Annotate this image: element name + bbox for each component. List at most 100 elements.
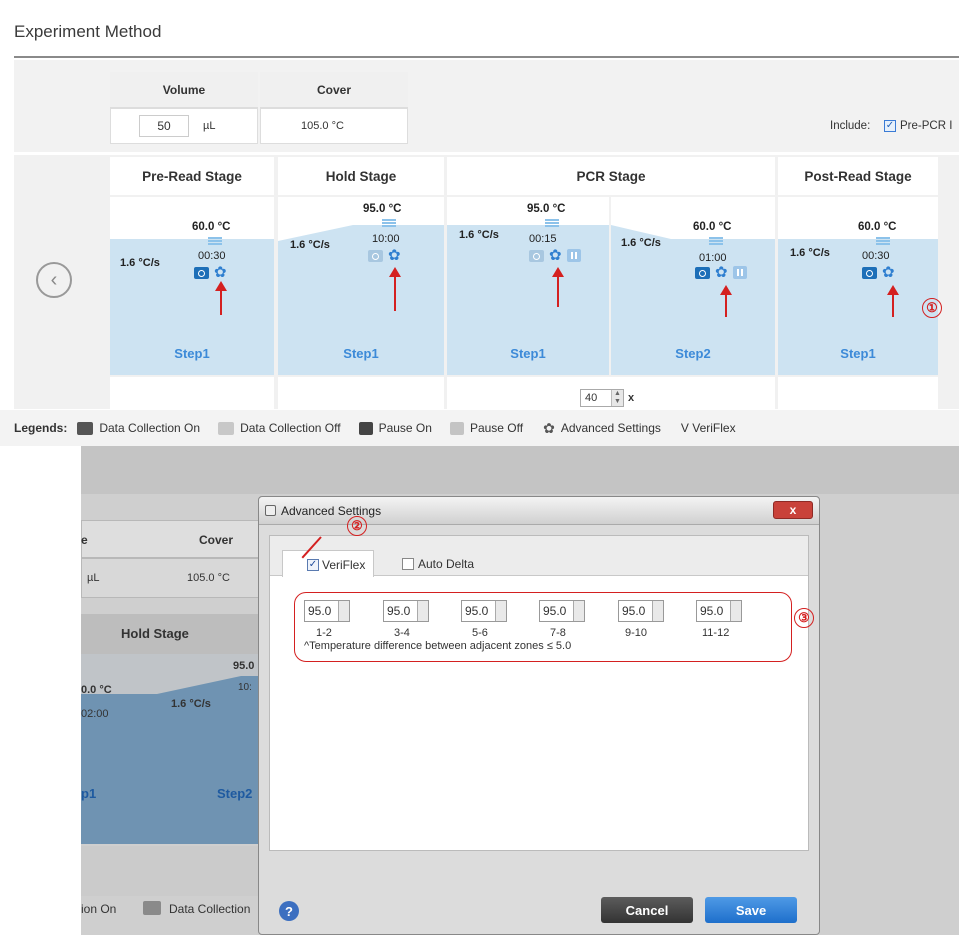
title-divider [14, 56, 959, 58]
step-temp[interactable]: 95.0 °C [363, 203, 401, 215]
include-label: Include: [830, 120, 871, 132]
scroll-left-button[interactable]: ‹ [36, 262, 72, 298]
zone-stepper[interactable]: 95.0 [383, 600, 429, 622]
cycles-stepper[interactable]: ▲ ▼ [611, 390, 623, 406]
cover-value[interactable]: 105.0 °C [301, 120, 344, 132]
stage-post-read[interactable]: Post-Read Stage [778, 157, 938, 195]
veriflex-checkbox[interactable]: ✓ [307, 559, 319, 571]
step-time[interactable]: 00:30 [862, 250, 890, 262]
step-time[interactable]: 00:15 [529, 233, 557, 245]
pause-off-icon[interactable] [733, 266, 747, 279]
camera-off-icon[interactable] [529, 250, 544, 262]
camera-icon[interactable] [194, 267, 209, 279]
help-icon[interactable]: ? [279, 901, 299, 921]
step-label: Step1 [174, 346, 210, 361]
cycles-cell [778, 377, 938, 409]
bg-temp: 0.0 °C [81, 684, 112, 696]
zone-stepper[interactable]: 95.0 [461, 600, 507, 622]
zone-stepper[interactable]: 95.0 [696, 600, 742, 622]
tab-veriflex[interactable]: ✓ VeriFlex [282, 550, 374, 577]
step-temp[interactable]: 60.0 °C [693, 221, 731, 233]
step-time[interactable]: 01:00 [699, 252, 727, 264]
step-temp[interactable]: 60.0 °C [192, 221, 230, 233]
stage-pcr[interactable]: PCR Stage [447, 157, 775, 195]
bg-time: 02:00 [81, 708, 109, 720]
temp-bar[interactable] [545, 219, 559, 221]
ramp-rate[interactable]: 1.6 °C/s [120, 257, 160, 269]
include-checkbox[interactable]: ✓ [884, 120, 896, 132]
zone-value: 95.0 [700, 604, 724, 618]
spinner-arrows-icon[interactable] [652, 601, 663, 621]
step-temp[interactable]: 95.0 °C [527, 203, 565, 215]
step-panel-pcr-2[interactable]: 60.0 °C 1.6 °C/s 01:00 ✿ Step2 [611, 197, 775, 375]
cycles-value: 40 [585, 392, 598, 404]
camera-icon[interactable] [695, 267, 710, 279]
gear-icon[interactable]: ✿ [214, 265, 227, 280]
spinner-arrows-icon[interactable] [495, 601, 506, 621]
pause-icon [358, 421, 373, 435]
red-arrow-icon [887, 285, 899, 317]
step-time[interactable]: 00:30 [198, 250, 226, 262]
zone-label: 5-6 [472, 627, 488, 639]
step-panel-pre-read[interactable]: 60.0 °C 1.6 °C/s 00:30 ✿ Step1 [110, 197, 274, 375]
legend-veriflex: V VeriFlex [680, 421, 736, 435]
bg-temp-2: 95.0 [233, 660, 255, 672]
legend-advanced: Advanced Settings [560, 421, 661, 435]
step-time[interactable]: 10:00 [372, 233, 400, 245]
step-temp[interactable]: 60.0 °C [858, 221, 896, 233]
red-arrow-icon [215, 281, 227, 315]
cover-cell: 105.0 °C [260, 108, 408, 144]
spinner-arrows-icon[interactable] [573, 601, 584, 621]
stage-hold[interactable]: Hold Stage [278, 157, 444, 195]
camera-off-icon[interactable] [368, 250, 383, 262]
ramp-rate[interactable]: 1.6 °C/s [790, 247, 830, 259]
zone-stepper[interactable]: 95.0 [304, 600, 350, 622]
step-panel-pcr-1[interactable]: 95.0 °C 1.6 °C/s 00:15 ✿ Step1 [447, 197, 609, 375]
step-label: Step2 [675, 346, 711, 361]
spinner-arrows-icon[interactable] [730, 601, 741, 621]
volume-header: Volume [110, 72, 258, 108]
cancel-button[interactable]: Cancel [601, 897, 693, 923]
close-button[interactable]: x [773, 501, 813, 519]
auto-delta-checkbox[interactable] [402, 558, 414, 570]
camera-icon[interactable] [862, 267, 877, 279]
cycles-input[interactable]: 40 ▲ ▼ [580, 389, 624, 407]
zone-label: 1-2 [316, 627, 332, 639]
camera-off-icon [143, 901, 161, 915]
temp-bar[interactable] [709, 237, 723, 239]
callout-1: ① [922, 298, 942, 318]
zone-label: 11-12 [702, 627, 730, 639]
bg-values-row [81, 558, 281, 598]
spinner-arrows-icon[interactable] [417, 601, 428, 621]
bg-step-2: Step2 [217, 786, 253, 801]
legend-bar: Legends: Data Collection On Data Collect… [0, 410, 959, 446]
legend-pause-off: Pause Off [469, 421, 524, 435]
zone-label: 7-8 [550, 627, 566, 639]
ramp-rate[interactable]: 1.6 °C/s [621, 237, 661, 249]
legend-data-on: Data Collection On [99, 421, 201, 435]
temp-bar[interactable] [382, 219, 396, 221]
cycles-cell [278, 377, 444, 409]
temp-bar[interactable] [208, 237, 222, 239]
gear-icon[interactable]: ✿ [715, 265, 728, 280]
pause-off-icon[interactable] [567, 249, 581, 262]
zone-stepper[interactable]: 95.0 [618, 600, 664, 622]
zone-stepper[interactable]: 95.0 [539, 600, 585, 622]
spinner-arrows-icon[interactable] [338, 601, 349, 621]
gear-icon[interactable]: ✿ [388, 248, 401, 263]
volume-input[interactable]: 50 [139, 115, 189, 137]
window-icon [265, 505, 276, 516]
temp-bar[interactable] [876, 237, 890, 239]
step-panel-hold[interactable]: 95.0 °C 1.6 °C/s 10:00 ✿ Step1 [278, 197, 444, 375]
ramp-rate[interactable]: 1.6 °C/s [290, 239, 330, 251]
bg-header-fragment: e [81, 533, 88, 547]
bg-header-row [81, 520, 281, 558]
gear-icon[interactable]: ✿ [549, 248, 562, 263]
dialog-title: Advanced Settings [281, 504, 382, 518]
save-button[interactable]: Save [705, 897, 797, 923]
stage-pre-read[interactable]: Pre-Read Stage [110, 157, 274, 195]
step-panel-post-read[interactable]: 60.0 °C 1.6 °C/s 00:30 ✿ Step1 [778, 197, 938, 375]
ramp-rate[interactable]: 1.6 °C/s [459, 229, 499, 241]
gear-icon[interactable]: ✿ [882, 265, 895, 280]
camera-icon [77, 421, 94, 435]
